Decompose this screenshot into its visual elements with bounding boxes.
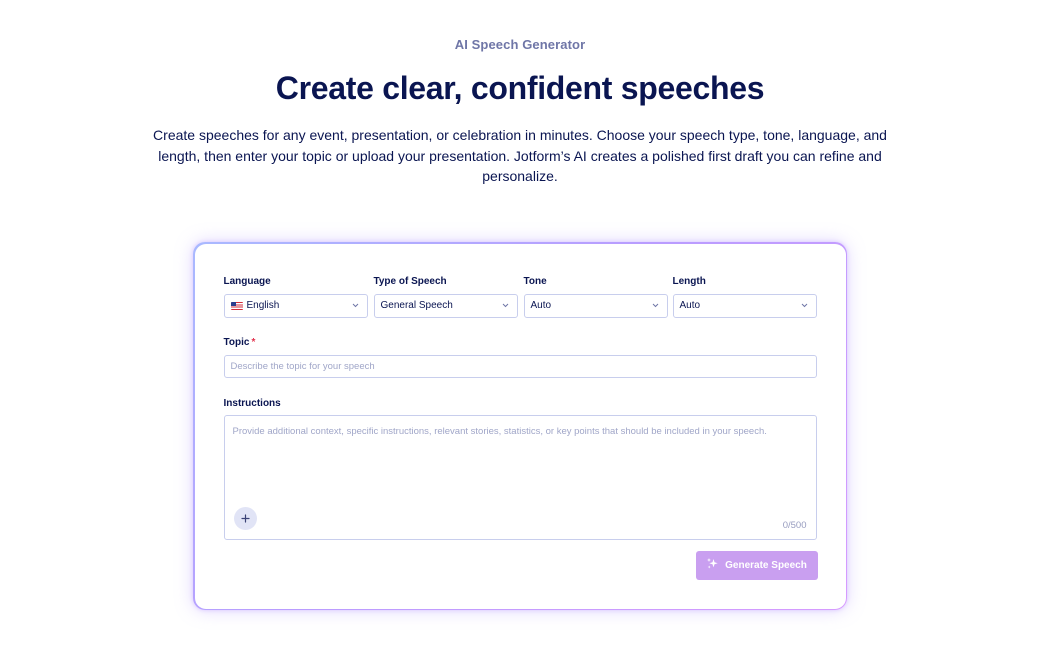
language-label: Language — [223, 275, 271, 287]
chevron-down-icon — [800, 301, 810, 311]
generate-speech-button[interactable]: Generate Speech — [695, 550, 818, 580]
length-label: Length — [672, 275, 706, 287]
topic-input[interactable] — [223, 354, 817, 378]
language-value: English — [230, 300, 351, 311]
page-description: Create speeches for any event, presentat… — [153, 127, 887, 184]
generate-speech-label: Generate Speech — [725, 559, 807, 571]
speech-type-label: Type of Speech — [373, 275, 447, 287]
us-flag-icon — [230, 301, 243, 310]
eyebrow-label: AI Speech Generator — [454, 37, 586, 52]
language-value-text: English — [246, 300, 280, 311]
instructions-container: 0/500 — [223, 414, 817, 540]
topic-label-text: Topic — [223, 336, 250, 348]
speech-generator-form: Language English Type of Speech General … — [194, 243, 846, 609]
plus-icon — [240, 511, 250, 526]
attach-button[interactable] — [233, 506, 257, 530]
speech-type-value: General Speech — [380, 300, 453, 311]
tone-select[interactable]: Auto — [523, 293, 668, 318]
language-select[interactable]: English — [223, 293, 368, 318]
length-select[interactable]: Auto — [672, 293, 817, 318]
page: AI Speech Generator Create clear, confid… — [0, 0, 1040, 650]
chevron-down-icon — [651, 301, 661, 311]
instructions-textarea[interactable] — [224, 415, 816, 506]
instructions-label: Instructions — [223, 397, 281, 409]
speech-generator-card: Language English Type of Speech General … — [193, 242, 847, 610]
character-counter: 0/500 — [782, 519, 807, 531]
chevron-down-icon — [501, 301, 511, 311]
topic-label: Topic * — [224, 337, 256, 348]
length-value: Auto — [679, 300, 701, 311]
sparkles-icon — [706, 557, 719, 573]
tone-value: Auto — [530, 300, 552, 311]
speech-type-select[interactable]: General Speech — [373, 293, 518, 318]
chevron-down-icon — [351, 301, 361, 311]
page-title: Create clear, confident speeches — [275, 70, 765, 106]
tone-label: Tone — [523, 275, 547, 287]
required-mark: * — [251, 336, 256, 348]
